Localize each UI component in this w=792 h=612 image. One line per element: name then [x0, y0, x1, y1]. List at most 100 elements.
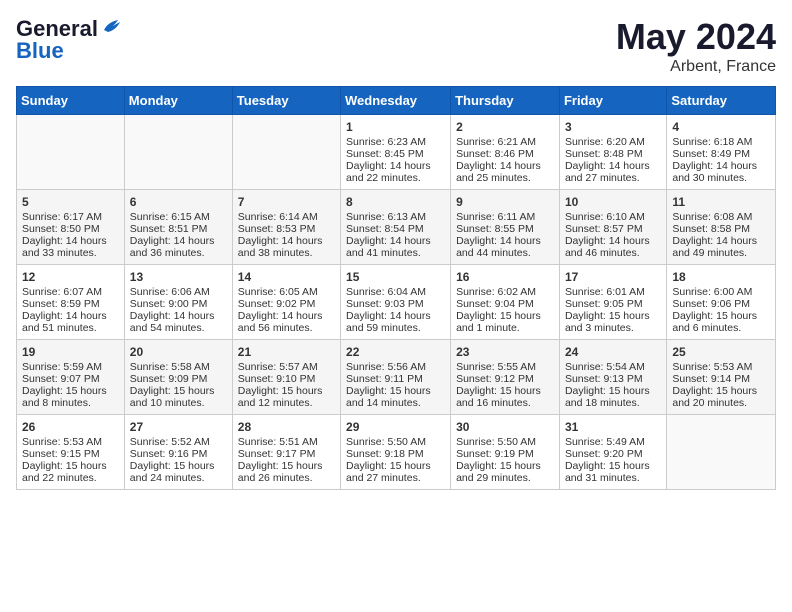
daylight-text: Daylight: 15 hours and 18 minutes. [565, 385, 661, 409]
day-number: 8 [346, 195, 445, 209]
sunset-text: Sunset: 9:12 PM [456, 373, 554, 385]
day-number: 6 [130, 195, 227, 209]
calendar-cell: 10Sunrise: 6:10 AMSunset: 8:57 PMDayligh… [559, 190, 666, 265]
sunrise-text: Sunrise: 5:55 AM [456, 361, 554, 373]
sunrise-text: Sunrise: 5:56 AM [346, 361, 445, 373]
sunset-text: Sunset: 9:03 PM [346, 298, 445, 310]
calendar-cell: 1 Sunrise: 6:23 AMSunset: 8:45 PMDaylight… [341, 115, 451, 190]
calendar-cell: 18Sunrise: 6:00 AMSunset: 9:06 PMDayligh… [667, 265, 776, 340]
calendar-cell: 17Sunrise: 6:01 AMSunset: 9:05 PMDayligh… [559, 265, 666, 340]
sunset-text: Sunset: 9:00 PM [130, 298, 227, 310]
daylight-text: Daylight: 15 hours and 6 minutes. [672, 310, 770, 334]
weekday-header-tuesday: Tuesday [232, 87, 340, 115]
calendar-cell: 12Sunrise: 6:07 AMSunset: 8:59 PMDayligh… [17, 265, 125, 340]
daylight-text: Daylight: 14 hours and 38 minutes. [238, 235, 335, 259]
sunset-text: Sunset: 9:09 PM [130, 373, 227, 385]
calendar-cell: 28Sunrise: 5:51 AMSunset: 9:17 PMDayligh… [232, 415, 340, 490]
weekday-header-saturday: Saturday [667, 87, 776, 115]
sunset-text: Sunset: 8:58 PM [672, 223, 770, 235]
location-subtitle: Arbent, France [616, 58, 776, 76]
weekday-header-sunday: Sunday [17, 87, 125, 115]
sunset-text: Sunset: 8:46 PM [456, 148, 554, 160]
calendar-body: 1Sunrise: 6:23 AMSunset: 8:45 PMDaylight… [17, 115, 776, 490]
sunrise-text: Sunrise: 6:00 AM [672, 286, 770, 298]
daylight-text: Daylight: 15 hours and 3 minutes. [565, 310, 661, 334]
sunset-text: Sunset: 8:53 PM [238, 223, 335, 235]
daylight-text: Daylight: 15 hours and 1 minute. [456, 310, 554, 334]
weekday-header-monday: Monday [124, 87, 232, 115]
day-number: 3 [565, 120, 661, 134]
calendar-cell: 20Sunrise: 5:58 AMSunset: 9:09 PMDayligh… [124, 340, 232, 415]
daylight-text: Daylight: 14 hours and 22 minutes. [346, 160, 445, 184]
sunrise-text: Sunrise: 6:15 AM [130, 211, 227, 223]
sunrise-text: Sunrise: 6:17 AM [22, 211, 119, 223]
daylight-text: Daylight: 15 hours and 27 minutes. [346, 460, 445, 484]
day-number: 15 [346, 270, 445, 284]
day-number: 18 [672, 270, 770, 284]
day-number: 23 [456, 345, 554, 359]
daylight-text: Daylight: 14 hours and 49 minutes. [672, 235, 770, 259]
logo: General Blue [16, 16, 122, 64]
sunset-text: Sunset: 9:13 PM [565, 373, 661, 385]
calendar-cell [667, 415, 776, 490]
sunset-text: Sunset: 9:16 PM [130, 448, 227, 460]
sunrise-text: Sunrise: 6:02 AM [456, 286, 554, 298]
calendar-cell: 23Sunrise: 5:55 AMSunset: 9:12 PMDayligh… [451, 340, 560, 415]
day-number: 28 [238, 420, 335, 434]
daylight-text: Daylight: 15 hours and 26 minutes. [238, 460, 335, 484]
day-number: 26 [22, 420, 119, 434]
day-number: 1 [346, 120, 445, 134]
sunrise-text: Sunrise: 6:11 AM [456, 211, 554, 223]
sunrise-text: Sunrise: 6:06 AM [130, 286, 227, 298]
sunset-text: Sunset: 8:55 PM [456, 223, 554, 235]
sunset-text: Sunset: 8:51 PM [130, 223, 227, 235]
sunset-text: Sunset: 9:14 PM [672, 373, 770, 385]
sunset-text: Sunset: 8:48 PM [565, 148, 661, 160]
day-number: 21 [238, 345, 335, 359]
calendar-cell: 6Sunrise: 6:15 AMSunset: 8:51 PMDaylight… [124, 190, 232, 265]
daylight-text: Daylight: 15 hours and 10 minutes. [130, 385, 227, 409]
daylight-text: Daylight: 14 hours and 59 minutes. [346, 310, 445, 334]
sunset-text: Sunset: 9:05 PM [565, 298, 661, 310]
sunrise-text: Sunrise: 6:08 AM [672, 211, 770, 223]
sunrise-text: Sunrise: 5:50 AM [456, 436, 554, 448]
calendar-cell: 15Sunrise: 6:04 AMSunset: 9:03 PMDayligh… [341, 265, 451, 340]
title-block: May 2024 Arbent, France [616, 16, 776, 76]
calendar-cell: 13Sunrise: 6:06 AMSunset: 9:00 PMDayligh… [124, 265, 232, 340]
day-number: 20 [130, 345, 227, 359]
calendar-cell: 19Sunrise: 5:59 AMSunset: 9:07 PMDayligh… [17, 340, 125, 415]
day-number: 7 [238, 195, 335, 209]
sunrise-text: Sunrise: 5:53 AM [672, 361, 770, 373]
daylight-text: Daylight: 14 hours and 27 minutes. [565, 160, 661, 184]
calendar-cell: 21Sunrise: 5:57 AMSunset: 9:10 PMDayligh… [232, 340, 340, 415]
sunrise-text: Sunrise: 6:01 AM [565, 286, 661, 298]
sunset-text: Sunset: 8:45 PM [346, 148, 445, 160]
calendar-cell: 24Sunrise: 5:54 AMSunset: 9:13 PMDayligh… [559, 340, 666, 415]
calendar-cell: 2Sunrise: 6:21 AMSunset: 8:46 PMDaylight… [451, 115, 560, 190]
daylight-text: Daylight: 14 hours and 56 minutes. [238, 310, 335, 334]
sunset-text: Sunset: 9:19 PM [456, 448, 554, 460]
sunset-text: Sunset: 8:49 PM [672, 148, 770, 160]
sunrise-text: Sunrise: 5:49 AM [565, 436, 661, 448]
calendar-cell [124, 115, 232, 190]
calendar-cell: 14Sunrise: 6:05 AMSunset: 9:02 PMDayligh… [232, 265, 340, 340]
day-number: 14 [238, 270, 335, 284]
sunset-text: Sunset: 8:54 PM [346, 223, 445, 235]
sunset-text: Sunset: 9:02 PM [238, 298, 335, 310]
daylight-text: Daylight: 15 hours and 8 minutes. [22, 385, 119, 409]
sunset-text: Sunset: 9:18 PM [346, 448, 445, 460]
week-row-3: 12Sunrise: 6:07 AMSunset: 8:59 PMDayligh… [17, 265, 776, 340]
sunset-text: Sunset: 9:20 PM [565, 448, 661, 460]
calendar-cell: 29Sunrise: 5:50 AMSunset: 9:18 PMDayligh… [341, 415, 451, 490]
daylight-text: Daylight: 14 hours and 33 minutes. [22, 235, 119, 259]
calendar-cell: 5Sunrise: 6:17 AMSunset: 8:50 PMDaylight… [17, 190, 125, 265]
month-title: May 2024 [616, 16, 776, 58]
calendar-cell: 7Sunrise: 6:14 AMSunset: 8:53 PMDaylight… [232, 190, 340, 265]
daylight-text: Daylight: 14 hours and 46 minutes. [565, 235, 661, 259]
daylight-text: Daylight: 15 hours and 24 minutes. [130, 460, 227, 484]
calendar-cell: 25Sunrise: 5:53 AMSunset: 9:14 PMDayligh… [667, 340, 776, 415]
daylight-text: Daylight: 14 hours and 44 minutes. [456, 235, 554, 259]
sunrise-text: Sunrise: 6:23 AM [346, 136, 445, 148]
day-number: 29 [346, 420, 445, 434]
daylight-text: Daylight: 15 hours and 31 minutes. [565, 460, 661, 484]
